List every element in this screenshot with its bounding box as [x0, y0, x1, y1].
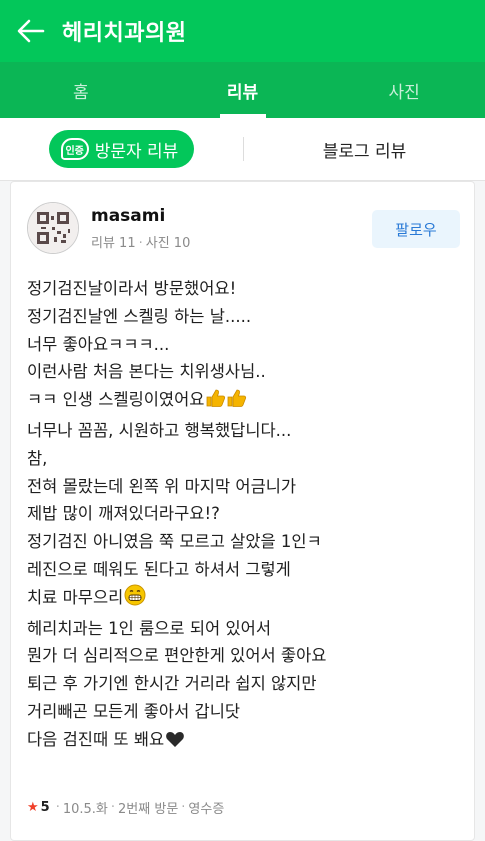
tab-photo[interactable]: 사진 [323, 62, 485, 118]
review-line-text: ㅋㅋ 인생 스켈링이였어요 [27, 390, 205, 410]
back-arrow-icon [17, 19, 45, 43]
main-tabs: 홈 리뷰 사진 [0, 62, 485, 118]
review-line: 뭔가 더 심리적으로 편안한게 있어서 좋아요 [27, 646, 327, 666]
receipt-label[interactable]: 영수증 [188, 798, 224, 817]
visit-date: 10.5.화 [62, 802, 108, 817]
review-line: 이런사람 처음 본다는 치위생사님.. [27, 362, 266, 382]
review-card: masami 리뷰 11 · 사진 10 팔로우 정기검진날이라서 방문했어요! 정… [10, 181, 475, 841]
reviewer-name[interactable]: masami [91, 206, 190, 226]
review-line: 퇴근 후 가기엔 한시간 거리라 쉽지 않지만 [27, 674, 317, 694]
follow-button[interactable]: 팔로우 [372, 210, 460, 248]
visit-count: 2번째 방문 [118, 802, 179, 817]
grin-face-icon [124, 584, 146, 615]
photo-count: 사진 10 [145, 235, 191, 251]
black-heart-icon [165, 729, 185, 757]
review-line: 헤리치과는 1인 룸으로 되어 있어서 [27, 618, 271, 638]
review-line: 거리빼곤 모든게 좋아서 갑니닷 [27, 701, 241, 721]
rating-value: 5 [40, 800, 50, 815]
review-line: 정기검진날이라서 방문했어요! [27, 279, 237, 298]
thumbs-up-icon [205, 388, 249, 417]
review-subtabs: 인증 방문자 리뷰 블로그 리뷰 [0, 118, 485, 181]
review-line: 정기검진날엔 스켈링 하는 날..... [27, 306, 252, 326]
review-meta: ★ 5 · 10.5.화 · 2번째 방문 · 영수증 [27, 798, 225, 817]
app-header: 헤리치과의원 [0, 0, 485, 62]
verified-badge: 인증 [60, 138, 89, 160]
review-line: 참, [27, 448, 48, 468]
avatar-qr-icon [28, 203, 78, 253]
avatar[interactable] [27, 202, 79, 254]
page-title: 헤리치과의원 [62, 21, 187, 46]
reviewer-profile[interactable]: masami 리뷰 11 · 사진 10 [27, 202, 190, 254]
review-line: 제밥 많이 깨져있더라구요!? [27, 504, 220, 524]
review-line-text: 다음 검진때 또 봬요 [27, 729, 165, 749]
review-count: 리뷰 11 [91, 235, 136, 251]
tab-home[interactable]: 홈 [0, 62, 162, 118]
tab-review[interactable]: 리뷰 [162, 62, 324, 118]
review-line-grin: 치료 마무으리 [27, 584, 464, 615]
review-line: 전혀 몰랐는데 왼쪽 위 마지막 어금니가 [27, 476, 297, 496]
review-line: 너무 좋아요ㅋㅋㅋ... [27, 334, 170, 354]
blog-review-tab[interactable]: 블로그 리뷰 [244, 137, 485, 162]
review-line: 너무나 꼼꼼, 시원하고 행복했답니다... [27, 420, 292, 440]
review-line: 정기검진 아니였음 쭉 모르고 살았을 1인ㅋ [27, 532, 322, 552]
review-line-heart: 다음 검진때 또 봬요 [27, 726, 464, 757]
review-text: 정기검진날이라서 방문했어요! 정기검진날엔 스켈링 하는 날..... 너무 … [27, 275, 464, 757]
star-icon: ★ [27, 800, 39, 815]
review-line-thumbs: ㅋㅋ 인생 스켈링이였어요 [27, 386, 464, 417]
visitor-review-tab[interactable]: 인증 방문자 리뷰 [48, 130, 195, 168]
review-line-text: 치료 마무으리 [27, 587, 124, 607]
review-line: 레진으로 떼워도 된다고 하셔서 그렇게 [27, 559, 291, 579]
reviewer-stats: 리뷰 11 · 사진 10 [91, 235, 191, 251]
visitor-review-label: 방문자 리뷰 [94, 141, 179, 162]
back-button[interactable] [0, 0, 62, 62]
